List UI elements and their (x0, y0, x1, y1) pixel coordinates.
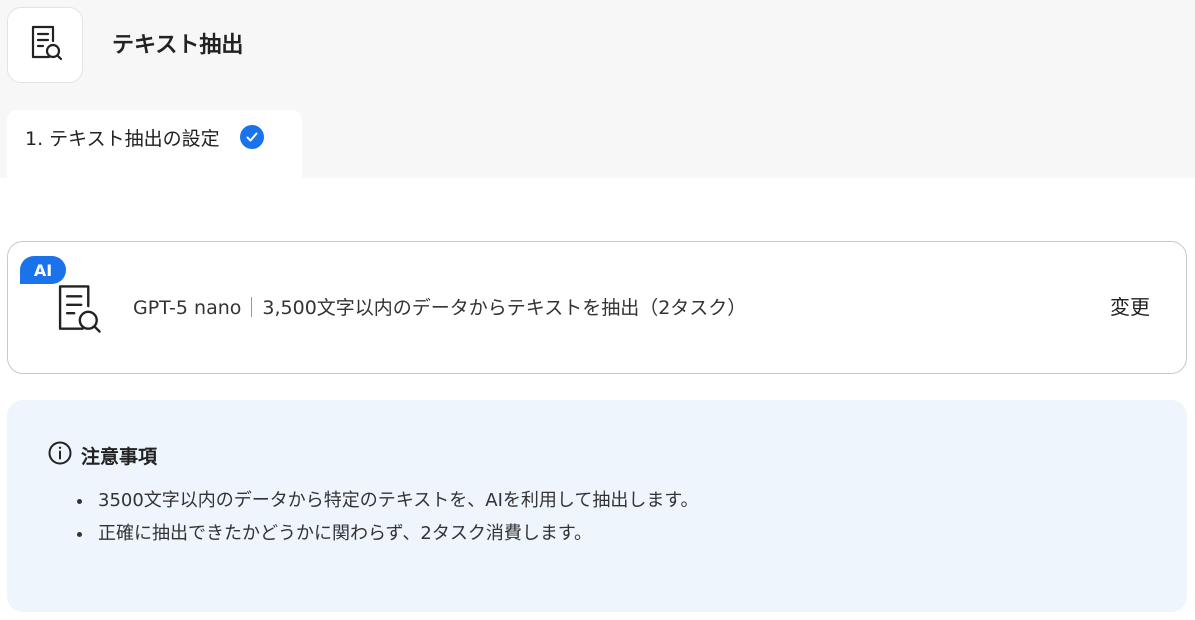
ai-model-card: AI GPT-5 nano 3,500文字以内のデータからテキストを抽出（2タスク… (7, 241, 1187, 374)
document-search-icon (46, 278, 108, 344)
notice-panel: 注意事項 3500文字以内のデータから特定のテキストを、AIを利用して抽出します… (7, 400, 1187, 612)
notice-title: 注意事項 (81, 445, 158, 468)
model-description: 3,500文字以内のデータからテキストを抽出（2タスク） (262, 297, 747, 319)
list-item: 正確に抽出できたかどうかに関わらず、2タスク消費します。 (94, 517, 699, 550)
document-search-icon (23, 21, 67, 69)
page-title: テキスト抽出 (112, 33, 244, 58)
model-name: GPT-5 nano (133, 297, 242, 319)
app-icon-tile (7, 7, 83, 83)
list-item: 3500文字以内のデータから特定のテキストを、AIを利用して抽出します。 (94, 484, 699, 517)
ai-badge: AI (20, 256, 66, 284)
notice-list: 3500文字以内のデータから特定のテキストを、AIを利用して抽出します。 正確に… (72, 484, 699, 550)
tab-label: 1. テキスト抽出の設定 (25, 127, 220, 150)
notice-header: 注意事項 (47, 440, 157, 470)
model-summary: GPT-5 nano 3,500文字以内のデータからテキストを抽出（2タスク） (133, 294, 746, 322)
separator (251, 297, 253, 317)
change-button[interactable]: 変更 (1110, 292, 1150, 322)
info-icon (47, 440, 73, 470)
check-circle-icon (239, 125, 264, 149)
tab-text-extraction-settings[interactable]: 1. テキスト抽出の設定 (7, 110, 302, 178)
